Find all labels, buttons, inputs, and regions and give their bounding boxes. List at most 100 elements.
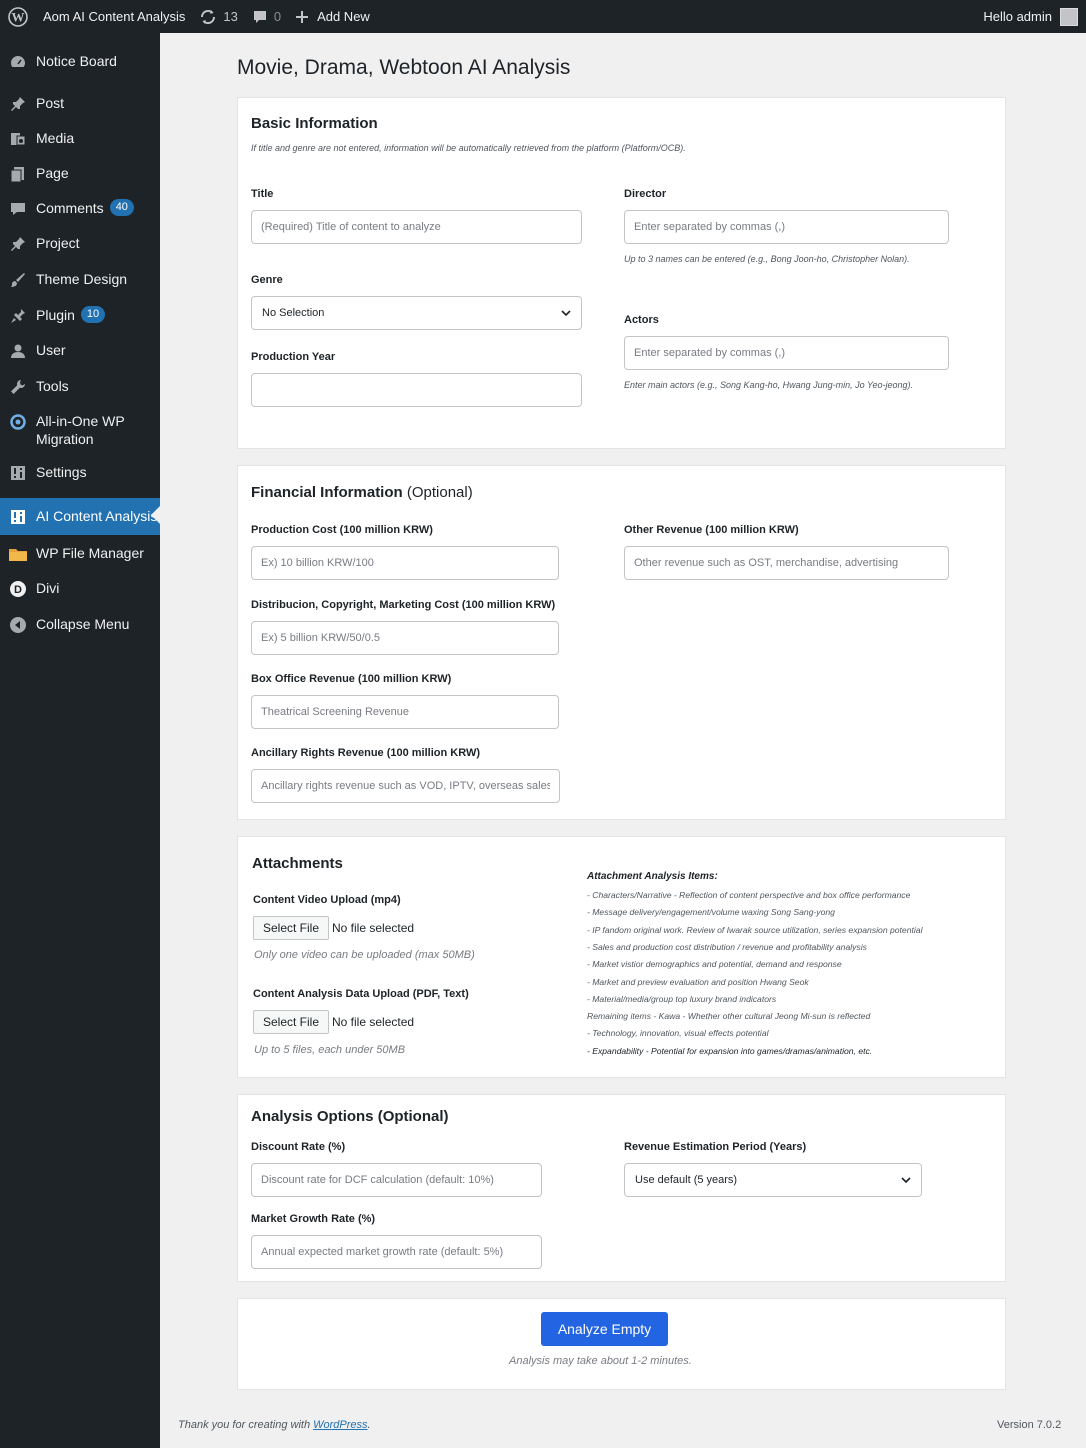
actors-input[interactable] xyxy=(624,336,949,370)
ancillary-rights-label: Ancillary Rights Revenue (100 million KR… xyxy=(251,747,481,759)
sidebar-item-label: Tools xyxy=(36,378,69,394)
footer-version: Version 7.0.2 xyxy=(997,1419,1062,1431)
comment-bubble-icon xyxy=(252,9,268,25)
sidebar-item-label: All-in-One WP Migration xyxy=(36,413,125,447)
other-revenue-label: Other Revenue (100 million KRW) xyxy=(624,524,799,536)
sidebar-item-comments[interactable]: Comments 40 xyxy=(0,199,160,218)
financial-info-title: Financial Information (Optional) xyxy=(251,484,473,501)
my-account-link[interactable]: Hello admin xyxy=(976,0,1086,33)
ancillary-rights-input[interactable] xyxy=(251,769,560,803)
wordpress-logo-icon[interactable]: W xyxy=(0,0,36,33)
box-office-input[interactable] xyxy=(251,695,559,729)
basic-info-hint: If title and genre are not entered, info… xyxy=(251,143,686,153)
plus-icon xyxy=(295,10,309,24)
sidebar-item-label: Page xyxy=(36,165,69,181)
video-select-file-button[interactable]: Select File xyxy=(253,916,330,940)
sidebar-item-plugin[interactable]: Plugin 10 xyxy=(0,306,160,325)
user-icon xyxy=(0,341,36,360)
other-revenue-input[interactable] xyxy=(624,546,949,580)
production-year-input[interactable] xyxy=(251,373,582,407)
sidebar-item-all-in-one-wp-migration[interactable]: All-in-One WP Migration xyxy=(0,412,160,448)
updates-icon xyxy=(199,8,217,26)
count-badge: 40 xyxy=(109,199,134,216)
title-label: Title xyxy=(251,188,274,200)
admin-bar: W Aom AI Content Analysis 13 0 Add New H… xyxy=(0,0,1086,33)
sidebar-item-label: WP File Manager xyxy=(36,545,144,561)
actors-help: Enter main actors (e.g., Song Kang-ho, H… xyxy=(624,380,913,390)
data-select-file-button[interactable]: Select File xyxy=(253,1010,330,1034)
sidebar-item-label: Post xyxy=(36,95,65,111)
wordpress-link[interactable]: WordPress xyxy=(313,1419,367,1431)
folder-icon xyxy=(0,544,36,563)
video-upload-label: Content Video Upload (mp4) xyxy=(253,894,401,906)
analysis-item: Remaining items - Kawa - Whether other c… xyxy=(587,1011,871,1022)
analysis-item: - Expandability - Potential for expansio… xyxy=(587,1045,873,1056)
genre-select[interactable]: No Selection xyxy=(251,296,582,330)
director-input[interactable] xyxy=(624,210,949,244)
add-new-label: Add New xyxy=(317,9,370,24)
sidebar-item-media[interactable]: Media xyxy=(0,129,160,148)
sidebar-item-post[interactable]: Post xyxy=(0,94,160,113)
divi-icon: D xyxy=(0,579,36,598)
dashboard-icon xyxy=(0,52,36,71)
pin-icon xyxy=(0,234,36,253)
comment-icon xyxy=(0,199,36,218)
analysis-item: - Market vistior demographics and potent… xyxy=(587,959,842,970)
production-cost-input[interactable] xyxy=(251,546,559,580)
pin-icon xyxy=(0,94,36,113)
site-name: A xyxy=(43,9,52,24)
migration-icon xyxy=(0,412,36,431)
sidebar-item-page[interactable]: Page xyxy=(0,164,160,183)
sidebar-item-project[interactable]: Project xyxy=(0,234,160,253)
revenue-period-select[interactable]: Use default (5 years) xyxy=(624,1163,922,1197)
analyze-button[interactable]: Analyze Empty xyxy=(541,1312,668,1346)
sidebar-item-settings[interactable]: Settings xyxy=(0,463,160,482)
analysis-item: - Sales and production cost distribution… xyxy=(587,941,867,952)
sidebar-item-theme-design[interactable]: Theme Design xyxy=(0,270,160,289)
svg-text:W: W xyxy=(12,9,25,24)
data-upload-hint: Up to 5 files, each under 50MB xyxy=(254,1044,406,1056)
sidebar-item-label: Media xyxy=(36,130,75,146)
avatar xyxy=(1060,7,1078,26)
sidebar-item-notice-board[interactable]: Notice Board xyxy=(0,52,160,71)
count-badge: 10 xyxy=(80,306,106,323)
sidebar-item-label: Comments xyxy=(36,200,104,216)
title-input[interactable] xyxy=(251,210,582,244)
revenue-period-value: Use default (5 years) xyxy=(635,1174,738,1186)
sidebar-item-tools[interactable]: Tools xyxy=(0,377,160,396)
discount-rate-label: Discount Rate (%) xyxy=(251,1141,346,1153)
updates-count: 13 xyxy=(223,9,238,24)
sidebar-item-wp-file-manager[interactable]: WP File Manager xyxy=(0,544,160,563)
analysis-item: - Market and preview evaluation and posi… xyxy=(587,976,809,987)
svg-text:D: D xyxy=(14,584,22,596)
settings-icon xyxy=(0,463,36,482)
comments-link[interactable]: 0 xyxy=(245,0,288,33)
sidebar-item-collapse-menu[interactable]: Collapse Menu xyxy=(0,615,160,634)
genre-label: Genre xyxy=(251,274,283,286)
production-cost-label: Production Cost (100 million KRW) xyxy=(251,524,433,536)
distribution-cost-input[interactable] xyxy=(251,621,559,655)
director-label: Director xyxy=(624,188,667,200)
sidebar-item-label: User xyxy=(36,342,66,358)
video-file-status: No file selected xyxy=(332,921,415,935)
market-growth-input[interactable] xyxy=(251,1235,542,1269)
genre-value: No Selection xyxy=(262,307,325,319)
greeting: Hello admin xyxy=(983,9,1052,24)
sidebar-item-ai-content-analysis[interactable]: AI Content Analysis xyxy=(0,498,160,535)
footer-thanks-suffix: . xyxy=(367,1419,371,1431)
footer-thanks: Thank you for creating with WordPress. xyxy=(178,1419,371,1431)
analysis-item: - Characters/Narrative - Reflection of c… xyxy=(587,890,911,900)
add-new-link[interactable]: Add New xyxy=(288,0,377,33)
basic-info-title: Basic Information xyxy=(251,115,378,132)
discount-rate-input[interactable] xyxy=(251,1163,542,1197)
video-upload-hint: Only one video can be uploaded (max 50MB… xyxy=(254,949,475,961)
site-name-link[interactable]: Aom AI Content Analysis xyxy=(36,0,192,33)
sidebar-item-user[interactable]: User xyxy=(0,341,160,360)
page-title: Movie, Drama, Webtoon AI Analysis xyxy=(237,56,571,79)
sidebar-item-divi[interactable]: D Divi xyxy=(0,579,160,598)
grid-icon xyxy=(0,507,36,526)
updates-link[interactable]: 13 xyxy=(192,0,244,33)
collapse-icon xyxy=(0,615,36,634)
analysis-options-title: Analysis Options (Optional) xyxy=(251,1108,449,1125)
analyze-note: Analysis may take about 1-2 minutes. xyxy=(509,1355,692,1367)
